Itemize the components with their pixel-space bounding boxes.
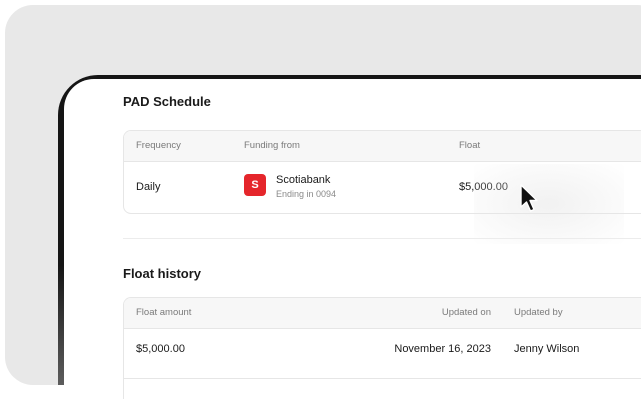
pad-schedule-title: PAD Schedule	[123, 94, 211, 109]
float-value[interactable]: $5,000.00	[459, 181, 508, 193]
float-history-title: Float history	[123, 266, 202, 281]
float-amount-value: $5,000.00	[136, 343, 185, 355]
header-float-amount: Float amount	[136, 307, 192, 318]
updated-by-value: Jenny Wilson	[514, 343, 580, 355]
frequency-value: Daily	[136, 181, 161, 193]
header-float: Float	[459, 140, 481, 151]
updated-on-value: November 16, 2023	[394, 343, 491, 355]
float-history-table: Float amount Updated on Updated by $5,00…	[123, 297, 641, 399]
header-updated-on: Updated on	[441, 307, 491, 318]
pad-schedule-header-row: Frequency Funding from Float	[124, 131, 641, 162]
pad-schedule-table: Frequency Funding from Float Daily S Sco…	[123, 130, 641, 214]
row-divider	[124, 378, 641, 379]
header-updated-by: Updated by	[514, 307, 563, 318]
float-history-header-row: Float amount Updated on Updated by	[124, 298, 641, 329]
scotiabank-logo-icon: S	[244, 174, 266, 196]
mouse-pointer-icon	[520, 184, 538, 212]
header-frequency: Frequency	[136, 140, 181, 151]
bank-account-ending: Ending in 0094	[276, 189, 337, 199]
app-screen: PAD Schedule Frequency Funding from Floa…	[64, 79, 641, 399]
bank-name: Scotiabank	[276, 174, 331, 186]
header-funding-from: Funding from	[244, 140, 300, 151]
section-divider	[123, 238, 641, 239]
